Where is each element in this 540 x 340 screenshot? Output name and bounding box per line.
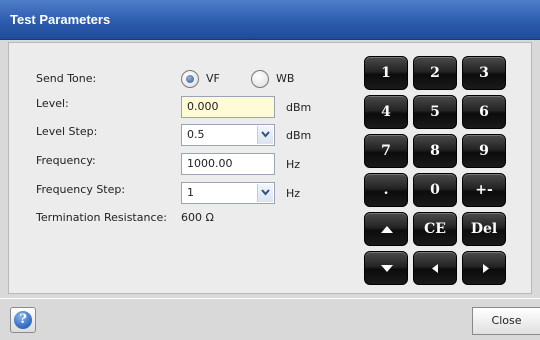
frequency-step-value: 1 <box>187 186 194 199</box>
send-tone-vf-radio[interactable] <box>181 70 199 88</box>
key-ce[interactable]: CE <box>413 212 457 246</box>
content-panel: Send Tone: VF WB Level: 0.000 dBm Level … <box>8 42 532 294</box>
chevron-down-icon[interactable] <box>257 126 273 144</box>
send-tone-wb-radio[interactable] <box>251 70 269 88</box>
level-input[interactable]: 0.000 <box>181 96 275 118</box>
level-step-unit: dBm <box>286 129 312 142</box>
down-arrow-icon <box>381 265 393 272</box>
frequency-step-label: Frequency Step: <box>36 183 126 196</box>
footer-bar <box>0 298 540 340</box>
key-3[interactable]: 3 <box>462 56 506 90</box>
key-5[interactable]: 5 <box>413 95 457 129</box>
chevron-down-icon[interactable] <box>257 184 273 202</box>
level-step-label: Level Step: <box>36 125 98 138</box>
level-unit: dBm <box>286 101 312 114</box>
send-tone-vf-label[interactable]: VF <box>206 72 220 85</box>
key-del[interactable]: Del <box>462 212 506 246</box>
key-plus-minus[interactable]: +- <box>462 173 506 207</box>
level-step-select[interactable]: 0.5 <box>181 124 275 146</box>
key-left[interactable] <box>413 251 457 285</box>
frequency-input[interactable]: 1000.00 <box>181 153 275 175</box>
frequency-unit: Hz <box>286 158 301 171</box>
key-decimal[interactable]: . <box>364 173 408 207</box>
help-icon: ? <box>14 311 32 329</box>
level-step-value: 0.5 <box>187 128 205 141</box>
dialog-title: Test Parameters <box>10 12 111 27</box>
termination-resistance-value: 600 Ω <box>181 211 214 224</box>
key-4[interactable]: 4 <box>364 95 408 129</box>
right-arrow-icon <box>483 264 489 273</box>
radio-selected-dot <box>186 75 194 83</box>
key-right[interactable] <box>462 251 506 285</box>
close-button[interactable]: Close <box>472 307 540 335</box>
frequency-step-select[interactable]: 1 <box>181 182 275 204</box>
key-8[interactable]: 8 <box>413 134 457 168</box>
key-1[interactable]: 1 <box>364 56 408 90</box>
send-tone-wb-label[interactable]: WB <box>276 72 294 85</box>
key-up[interactable] <box>364 212 408 246</box>
help-button[interactable]: ? <box>10 307 36 333</box>
test-parameters-dialog: Test Parameters Send Tone: VF WB Level: … <box>0 0 540 340</box>
key-down[interactable] <box>364 251 408 285</box>
termination-resistance-label: Termination Resistance: <box>36 211 167 224</box>
key-9[interactable]: 9 <box>462 134 506 168</box>
key-0[interactable]: 0 <box>413 173 457 207</box>
title-bar: Test Parameters <box>0 0 540 40</box>
key-6[interactable]: 6 <box>462 95 506 129</box>
key-2[interactable]: 2 <box>413 56 457 90</box>
key-7[interactable]: 7 <box>364 134 408 168</box>
frequency-label: Frequency: <box>36 154 96 167</box>
send-tone-label: Send Tone: <box>36 72 97 85</box>
frequency-step-unit: Hz <box>286 187 301 200</box>
level-label: Level: <box>36 97 69 110</box>
left-arrow-icon <box>432 264 438 273</box>
up-arrow-icon <box>381 226 393 233</box>
